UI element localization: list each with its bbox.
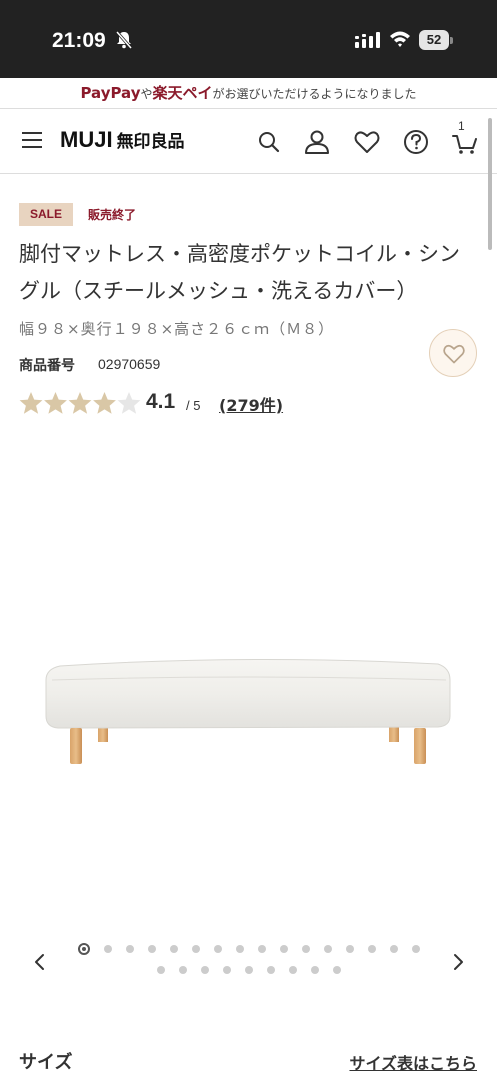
carousel-dot[interactable] [301,945,310,953]
carousel-dots-row-1 [0,943,497,955]
product-code-value: 02970659 [98,356,161,372]
wifi-icon [390,31,410,47]
carousel-dot[interactable] [178,966,187,974]
rating-value: 4.1 [146,390,176,413]
cart-count: 1 [458,119,465,133]
site-header: MUJI 無印良品 [0,110,497,174]
carousel-dots-row-2 [0,966,497,974]
carousel-dot[interactable] [156,966,165,974]
carousel-dot[interactable] [345,945,354,953]
carousel-dot[interactable] [332,966,341,974]
carousel-dot[interactable] [257,945,266,953]
cellular-signal-icon [355,32,380,48]
promo-ya: や [140,87,153,101]
star-2 [44,392,67,414]
logo-kanji: 無印良品 [116,132,185,152]
star-1 [19,392,43,414]
carousel-dot[interactable] [244,966,253,974]
logo-text: MUJI [60,127,113,152]
carousel-dot[interactable] [323,945,332,953]
heart-icon [443,344,465,364]
star-5 [117,392,141,414]
carousel-dot[interactable] [222,966,231,974]
carousel-dot[interactable] [191,945,200,953]
size-chart-link[interactable]: サイズ表はこちら [349,1050,477,1074]
muji-logo[interactable]: MUJI 無印良品 [60,127,185,153]
carousel-dot[interactable] [213,945,222,953]
sold-out-label: 販売終了 [88,208,137,222]
carousel-dot[interactable] [310,966,319,974]
carousel-dot[interactable] [411,945,420,953]
search-icon[interactable] [255,128,283,156]
help-icon[interactable] [402,128,430,156]
review-count-link[interactable]: (279件) [219,392,283,416]
product-code-label: 商品番号 [19,358,75,374]
status-time: 21:09 [52,29,106,52]
rating-stars [19,392,141,414]
carousel-dot[interactable] [103,945,112,953]
add-favorite-button[interactable] [429,329,477,377]
size-section-heading: サイズ [19,1052,73,1073]
carousel-dot[interactable] [169,945,178,953]
carousel-dot[interactable] [125,945,134,953]
status-bar: 21:09 52 [0,0,497,78]
carousel-dot[interactable] [200,966,209,974]
carousel-dot[interactable] [288,966,297,974]
battery-icon: 52 [419,30,453,50]
rating-max: / 5 [186,398,201,413]
battery-level: 52 [419,30,449,50]
favorites-heart-icon[interactable] [353,128,381,156]
cart-icon[interactable] [451,128,479,156]
carousel-dot[interactable] [77,943,90,955]
sale-badge: SALE [19,203,73,226]
account-icon[interactable] [303,128,331,156]
star-4 [93,392,116,414]
carousel-dot[interactable] [147,945,156,953]
carousel-dot[interactable] [279,945,288,953]
product-title: 脚付マットレス・高密度ポケットコイル・シングル（スチールメッシュ・洗えるカバー） [19,242,460,303]
carousel-dot[interactable] [367,945,376,953]
carousel-dot[interactable] [266,966,275,974]
hamburger-menu-icon[interactable] [22,132,42,150]
promo-banner[interactable]: PayPayや楽天ペイがお選びいただけるようになりました [0,78,497,109]
star-3 [68,392,92,414]
bell-muted-icon [115,31,133,49]
carousel-dot[interactable] [235,945,244,953]
promo-rakuten: 楽天ペイ [152,84,213,102]
carousel-dot[interactable] [389,945,398,953]
product-size: 幅９８×奥行１９８×高さ２６ｃｍ（Ｍ８） [19,320,335,338]
page-scrollbar[interactable] [488,118,492,250]
promo-paypay: PayPay [80,84,141,102]
promo-text: がお選びいただけるようになりました [212,87,417,101]
product-image [45,658,451,764]
